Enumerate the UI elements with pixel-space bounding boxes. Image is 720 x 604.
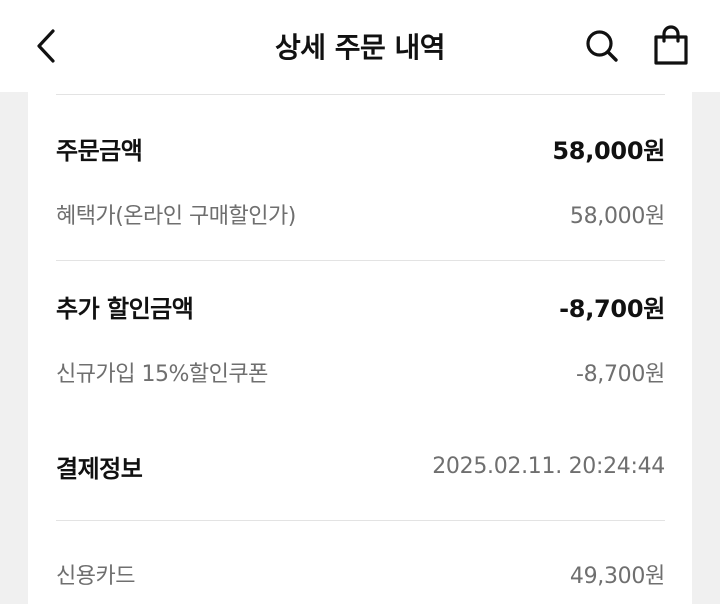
payment-method-label: 신용카드 (56, 564, 135, 589)
payment-method-row: 신용카드 49,300원 (56, 554, 665, 594)
cart-button[interactable] (648, 22, 694, 68)
payment-info-row: 결제정보 2025.02.11. 20:24:44 (56, 446, 665, 486)
divider (56, 260, 665, 261)
shopping-bag-icon (654, 25, 688, 65)
order-detail-card: 주문금액 58,000원 혜택가(온라인 구매할인가) 58,000원 추가 할… (28, 92, 692, 604)
search-button[interactable] (580, 24, 624, 68)
search-icon (586, 30, 618, 62)
app-header: 상세 주문 내역 (0, 0, 720, 92)
order-amount-value: 58,000원 (552, 136, 665, 165)
divider (56, 94, 665, 95)
benefit-price-label: 혜택가(온라인 구매할인가) (56, 204, 296, 229)
payment-info-label: 결제정보 (56, 454, 143, 483)
back-button[interactable] (26, 24, 66, 68)
coupon-row: 신규가입 15%할인쿠폰 -8,700원 (56, 352, 665, 392)
benefit-price-row: 혜택가(온라인 구매할인가) 58,000원 (56, 194, 665, 234)
extra-discount-label: 추가 할인금액 (56, 294, 194, 323)
coupon-label: 신규가입 15%할인쿠폰 (56, 362, 268, 387)
extra-discount-value: -8,700원 (559, 294, 665, 323)
divider (56, 520, 665, 521)
extra-discount-row: 추가 할인금액 -8,700원 (56, 286, 665, 326)
order-amount-row: 주문금액 58,000원 (56, 128, 665, 168)
order-amount-label: 주문금액 (56, 136, 143, 165)
benefit-price-value: 58,000원 (569, 204, 665, 229)
back-arrow-icon (37, 29, 55, 63)
coupon-value: -8,700원 (575, 362, 665, 387)
payment-method-value: 49,300원 (569, 564, 665, 589)
payment-datetime: 2025.02.11. 20:24:44 (432, 453, 665, 479)
